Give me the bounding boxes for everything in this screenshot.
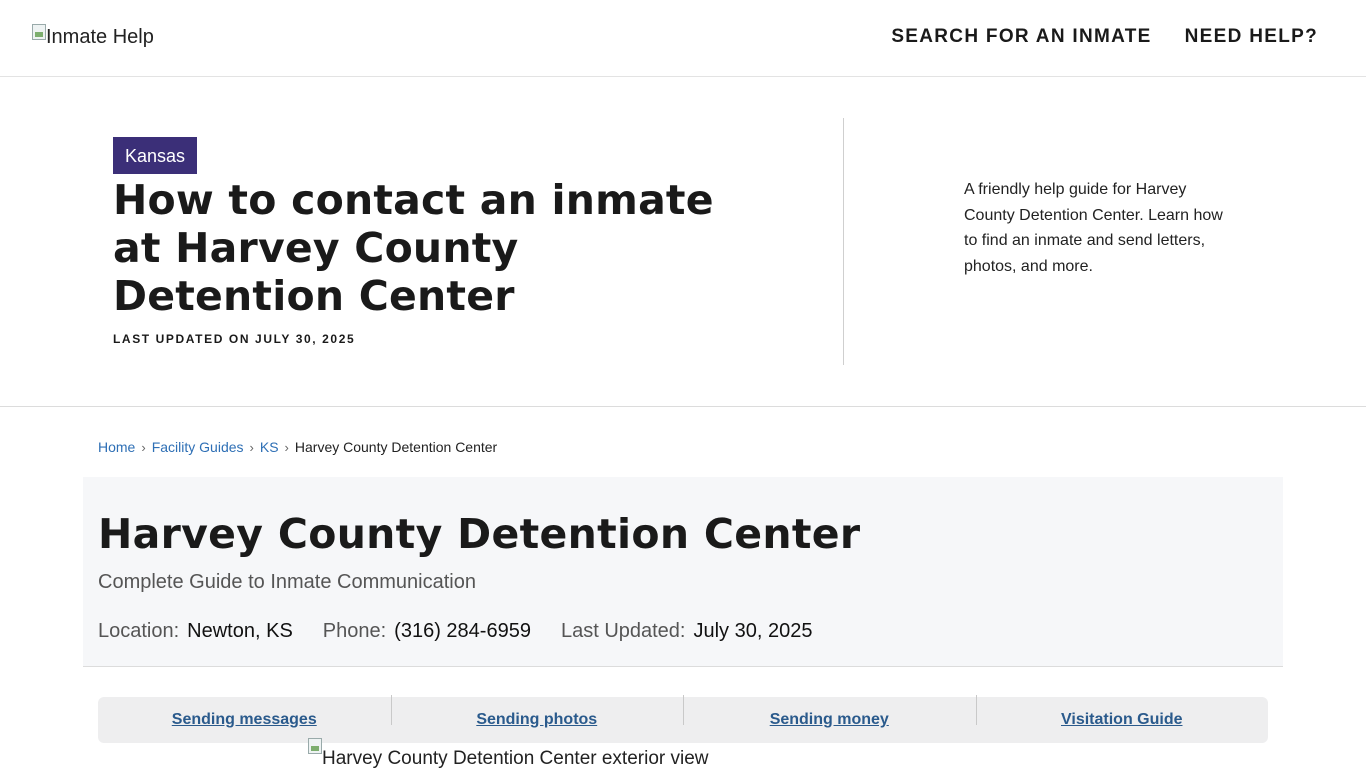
tab-sending-photos[interactable]: Sending photos [390,695,684,729]
site-logo[interactable]: Inmate Help [32,22,154,52]
location-value: Newton, KS [187,620,293,642]
hero-section: Kansas How to contact an inmate at Harve… [0,77,1366,407]
breadcrumb-facility-guides-link[interactable]: Facility Guides [152,439,244,455]
last-updated-text: LAST UPDATED ON JULY 30, 2025 [113,332,356,346]
broken-image-icon [308,738,322,754]
breadcrumb-separator: › [284,439,289,455]
tab-sending-messages[interactable]: Sending messages [98,711,391,729]
hero-divider [843,118,844,365]
nav-search-inmate-link[interactable]: SEARCH FOR AN INMATE [891,26,1151,48]
page-title: How to contact an inmate at Harvey Count… [113,176,714,320]
facility-subtitle: Complete Guide to Inmate Communication [98,571,476,593]
phone-value: (316) 284-6959 [394,620,531,642]
facility-card: Harvey County Detention Center Complete … [83,477,1283,667]
main-nav: SEARCH FOR AN INMATE NEED HELP? [891,26,1318,48]
breadcrumb: Home › Facility Guides › KS › Harvey Cou… [98,439,497,455]
hero-description: A friendly help guide for Harvey County … [964,181,1223,275]
phone-label: Phone: [322,620,387,642]
breadcrumb-current: Harvey County Detention Center [294,439,498,455]
facility-meta: Location: Newton, KS Phone: (316) 284-6959… [98,620,812,643]
breadcrumb-separator: › [141,439,146,455]
tab-sending-money[interactable]: Sending money [683,695,976,729]
phone-meta: Phone: (316) 284-6959 [323,620,531,643]
location-label: Location: [98,620,180,642]
broken-image-icon [32,24,46,40]
tab-visitation-guide[interactable]: Visitation Guide [975,695,1269,729]
location-meta: Location: Newton, KS [98,620,293,643]
facility-exterior-image: Harvey County Detention Center exterior … [308,738,709,770]
updated-label: Last Updated: [560,620,686,642]
updated-meta: Last Updated: July 30, 2025 [561,620,813,643]
site-header: Inmate Help SEARCH FOR AN INMATE NEED HE… [0,0,1366,77]
guide-tabs: Sending messages Sending photos Sending … [98,695,1269,743]
breadcrumb-ks-link[interactable]: KS [260,439,279,455]
facility-title: Harvey County Detention Center [98,510,861,558]
updated-value: July 30, 2025 [693,620,813,642]
nav-need-help-link[interactable]: NEED HELP? [1185,26,1318,48]
logo-alt-text: Inmate Help [46,25,154,48]
state-badge[interactable]: Kansas [113,137,198,174]
exterior-image-alt: Harvey County Detention Center exterior … [322,748,709,769]
breadcrumb-separator: › [249,439,254,455]
breadcrumb-home-link[interactable]: Home [98,439,135,455]
